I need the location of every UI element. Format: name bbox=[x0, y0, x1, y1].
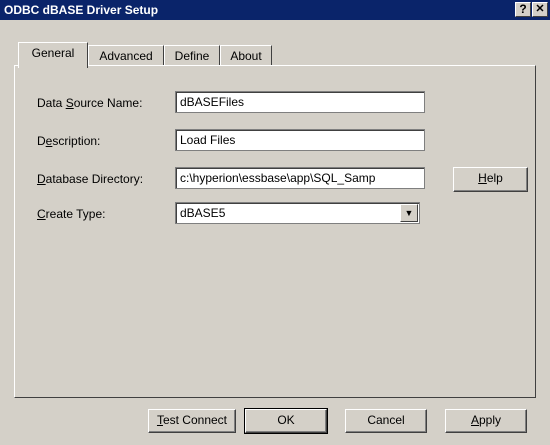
dsn-input[interactable]: dBASEFiles bbox=[175, 91, 425, 113]
apply-button[interactable]: Apply bbox=[445, 409, 527, 433]
create-type-label: Create Type: bbox=[37, 207, 106, 221]
dsn-label: Data Source Name: bbox=[37, 96, 143, 110]
general-panel: Data Source Name: dBASEFiles Description… bbox=[14, 65, 536, 398]
tab-general[interactable]: General bbox=[18, 42, 88, 68]
tab-general-label: General bbox=[31, 46, 75, 60]
chevron-down-icon[interactable]: ▼ bbox=[400, 204, 418, 222]
tab-about-label: About bbox=[230, 49, 262, 63]
ok-button[interactable]: OK bbox=[244, 408, 328, 434]
create-type-select[interactable]: dBASE5 ▼ bbox=[175, 202, 420, 224]
create-type-value: dBASE5 bbox=[180, 206, 226, 220]
dialog-window: ODBC dBASE Driver Setup ? ✕ General Adva… bbox=[0, 0, 550, 445]
tab-advanced-label: Advanced bbox=[99, 49, 153, 63]
cancel-button[interactable]: Cancel bbox=[345, 409, 427, 433]
close-icon[interactable]: ✕ bbox=[532, 2, 548, 17]
directory-label: Database Directory: bbox=[37, 172, 144, 186]
description-label: Description: bbox=[37, 134, 101, 148]
tab-define-label: Define bbox=[174, 49, 210, 63]
window-title: ODBC dBASE Driver Setup bbox=[4, 3, 159, 17]
directory-input[interactable]: c:\hyperion\essbase\app\SQL_Samp bbox=[175, 167, 425, 189]
tab-define[interactable]: Define bbox=[164, 45, 220, 67]
tab-about[interactable]: About bbox=[220, 45, 272, 67]
help-button[interactable]: Help bbox=[453, 167, 528, 192]
test-connect-button[interactable]: Test Connect bbox=[148, 409, 236, 433]
help-icon[interactable]: ? bbox=[515, 2, 531, 17]
tab-advanced[interactable]: Advanced bbox=[88, 45, 164, 67]
description-input[interactable]: Load Files bbox=[175, 129, 425, 151]
title-bar[interactable]: ODBC dBASE Driver Setup ? ✕ bbox=[0, 0, 550, 20]
